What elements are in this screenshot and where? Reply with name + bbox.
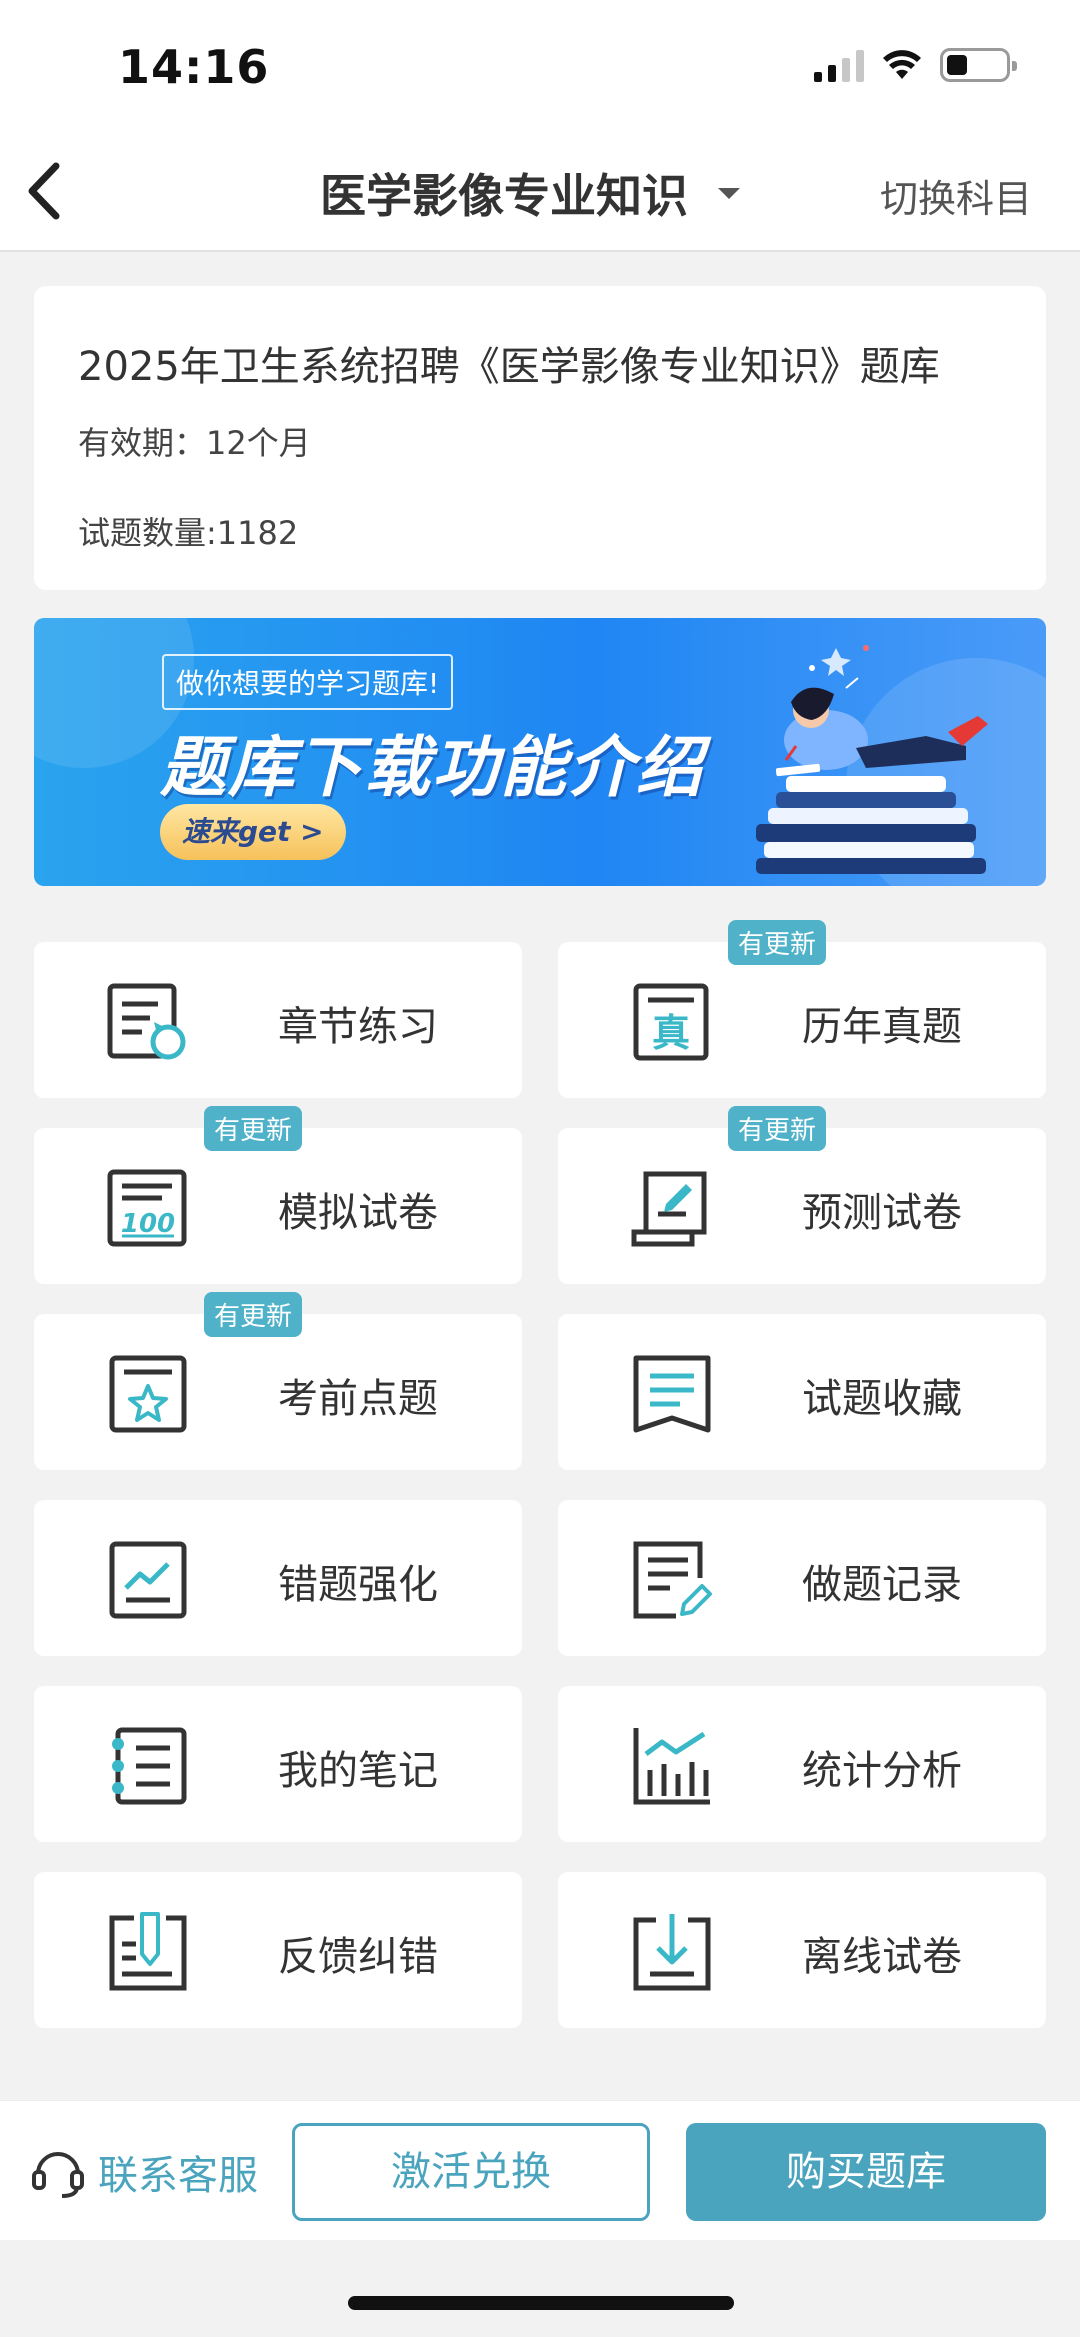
page-title: 医学影像专业知识: [320, 169, 688, 223]
signal-icon: [814, 48, 864, 82]
feature-label: 章节练习: [278, 1004, 438, 1050]
feature-feedback[interactable]: 反馈纠错: [34, 1872, 522, 2028]
feature-offline-exams[interactable]: 离线试卷: [558, 1872, 1046, 2028]
feature-chapter-practice[interactable]: 章节练习: [34, 942, 522, 1098]
pre-exam-tips-icon: [109, 1355, 187, 1433]
mistake-review-icon: [109, 1541, 187, 1619]
prediction-exam-icon: [631, 1171, 707, 1247]
banner-tag: 做你想要的学习题库!: [162, 654, 454, 710]
feedback-icon: [109, 1912, 187, 1991]
update-badge: 有更新: [204, 1106, 303, 1151]
past-exam-icon: 真: [633, 983, 709, 1061]
bookmark-icon: [633, 1355, 711, 1433]
update-badge: 有更新: [728, 1106, 827, 1151]
feature-my-notes[interactable]: 我的笔记: [34, 1686, 522, 1842]
bottom-action-bar: 联系客服 激活兑换 购买题库: [0, 2100, 1080, 2240]
feature-label: 我的笔记: [278, 1748, 438, 1794]
switch-subject-button[interactable]: 切换科目: [880, 168, 1032, 223]
feature-pre-exam-tips[interactable]: 考前点题 有更新: [34, 1292, 522, 1470]
notes-icon: [112, 1727, 187, 1805]
feature-label: 历年真题: [802, 1004, 962, 1050]
offline-download-icon: [633, 1914, 711, 1991]
wifi-icon: [883, 50, 921, 79]
status-time: 14:16: [118, 40, 270, 94]
activate-redeem-button[interactable]: 激活兑换: [292, 2123, 650, 2221]
download-intro-banner[interactable]: 做你想要的学习题库! 题库下载功能介绍 速来get >: [34, 618, 1046, 886]
validity-period: 有效期：12个月: [78, 424, 311, 462]
question-bank-info-card: 2025年卫生系统招聘《医学影像专业知识》题库 有效期：12个月 试题数量:11…: [34, 286, 1046, 590]
feature-prediction-exams[interactable]: 预测试卷 有更新: [558, 1106, 1046, 1284]
bank-title: 2025年卫生系统招聘《医学影像专业知识》题库: [78, 344, 940, 390]
headset-icon: [32, 2152, 84, 2198]
chevron-down-icon: [718, 187, 740, 199]
top-bar: 14:16 医学影像专业知识 切换科目: [0, 0, 1080, 252]
buy-question-bank-button[interactable]: 购买题库: [686, 2123, 1046, 2221]
banner-headline: 题库下载功能介绍: [160, 729, 704, 806]
feature-practice-record[interactable]: 做题记录: [558, 1500, 1046, 1656]
statistics-icon: [633, 1728, 710, 1805]
banner-cta-button[interactable]: 速来get >: [160, 804, 346, 860]
question-count: 试题数量:1182: [78, 514, 299, 552]
mock-exam-icon: 100: [107, 1169, 187, 1247]
back-arrow-icon[interactable]: [20, 156, 70, 226]
practice-record-icon: [633, 1541, 712, 1619]
customer-service-button[interactable]: 联系客服: [30, 2143, 258, 2201]
feature-mock-exams[interactable]: 100 模拟试卷 有更新: [34, 1106, 522, 1284]
feature-mistake-review[interactable]: 错题强化: [34, 1500, 522, 1656]
chapter-practice-icon: [107, 983, 186, 1060]
feature-past-exams[interactable]: 真 历年真题 有更新: [558, 920, 1046, 1098]
studying-girl-illustration: [756, 645, 988, 874]
feature-label: 统计分析: [802, 1748, 962, 1794]
subject-selector[interactable]: 医学影像专业知识: [320, 160, 740, 226]
update-badge: 有更新: [204, 1292, 303, 1337]
feature-label: 考前点题: [278, 1376, 438, 1422]
customer-service-label: 联系客服: [98, 2153, 258, 2199]
feature-label: 反馈纠错: [278, 1934, 438, 1980]
update-badge: 有更新: [728, 920, 827, 965]
battery-icon: [940, 48, 1017, 82]
feature-label: 模拟试卷: [278, 1190, 438, 1236]
feature-label: 试题收藏: [802, 1376, 962, 1422]
svg-text:真: 真: [652, 1011, 690, 1055]
feature-statistics[interactable]: 统计分析: [558, 1686, 1046, 1842]
feature-label: 预测试卷: [802, 1190, 962, 1236]
feature-label: 做题记录: [802, 1562, 962, 1608]
feature-label: 离线试卷: [802, 1934, 962, 1980]
home-indicator[interactable]: [348, 2296, 734, 2310]
status-icons: [814, 48, 1017, 82]
feature-bookmarks[interactable]: 试题收藏: [558, 1314, 1046, 1470]
feature-label: 错题强化: [278, 1562, 438, 1608]
